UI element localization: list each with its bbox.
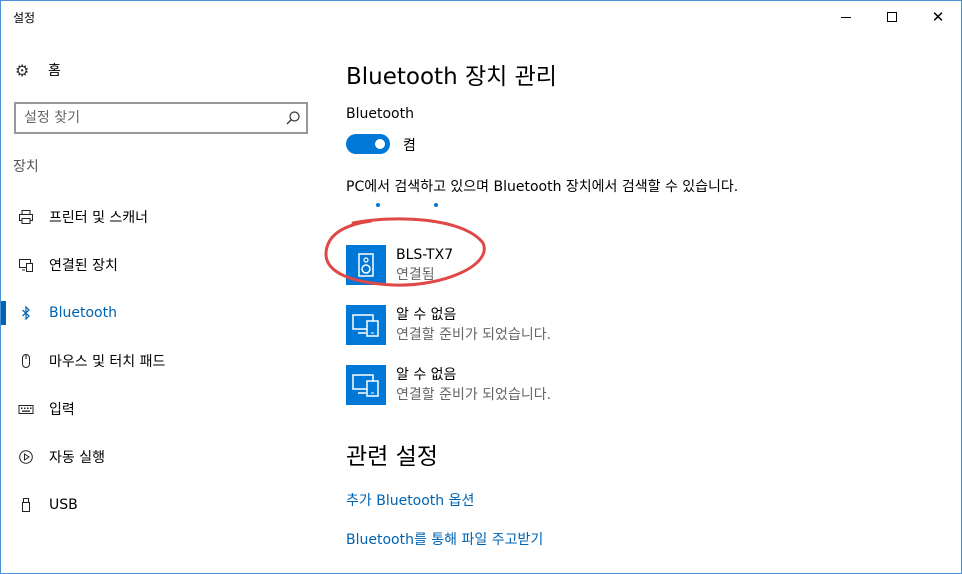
- sidebar-item-connected-devices[interactable]: 연결된 장치: [1, 241, 321, 289]
- sidebar-item-bluetooth[interactable]: Bluetooth: [1, 289, 321, 337]
- sidebar-item-mouse[interactable]: 마우스 및 터치 패드: [1, 337, 321, 385]
- printer-icon: [17, 208, 35, 226]
- active-indicator: [1, 301, 6, 325]
- title-bar: 설정 ✕: [1, 1, 961, 33]
- autoplay-icon: [17, 448, 35, 466]
- sidebar-item-typing[interactable]: 입력: [1, 385, 321, 433]
- sidebar-item-label: Bluetooth: [49, 305, 117, 321]
- usb-icon: [17, 496, 35, 514]
- sidebar: ⚙ 홈 장치 프린터 및 스캐너 연결된 장치: [1, 33, 321, 573]
- search-input[interactable]: [24, 109, 274, 127]
- more-bluetooth-options-link[interactable]: 추가 Bluetooth 옵션: [346, 490, 474, 510]
- devices-icon: [346, 365, 386, 405]
- search-box: [14, 102, 308, 134]
- close-button[interactable]: ✕: [915, 1, 961, 33]
- close-icon: ✕: [931, 7, 945, 26]
- bluetooth-toggle[interactable]: [346, 134, 390, 154]
- keyboard-icon: [17, 400, 35, 418]
- sidebar-item-autoplay[interactable]: 자동 실행: [1, 433, 321, 481]
- device-item[interactable]: 알 수 없음 연결할 준비가 되었습니다.: [346, 295, 846, 355]
- sidebar-item-printers[interactable]: 프린터 및 스캐너: [1, 193, 321, 241]
- progress-dot: [376, 203, 380, 207]
- sidebar-item-usb[interactable]: USB: [1, 481, 321, 529]
- home-link[interactable]: ⚙ 홈: [15, 57, 61, 83]
- minimize-button[interactable]: [823, 1, 869, 33]
- toggle-knob: [375, 139, 385, 149]
- device-name: 알 수 없음: [396, 367, 457, 383]
- bluetooth-label: Bluetooth: [346, 106, 414, 122]
- settings-window: 설정 ✕ ⚙ 홈 장치 프린터 및 스캐너: [0, 0, 962, 574]
- maximize-icon: [887, 12, 897, 22]
- device-name: 알 수 없음: [396, 307, 457, 323]
- sidebar-item-label: 연결된 장치: [49, 258, 118, 274]
- main-content: Bluetooth 장치 관리 Bluetooth 켬 PC에서 검색하고 있으…: [346, 33, 946, 573]
- gear-icon: ⚙: [15, 60, 30, 80]
- search-icon[interactable]: [284, 109, 302, 127]
- device-item[interactable]: 알 수 없음 연결할 준비가 되었습니다.: [346, 355, 846, 415]
- send-receive-files-link[interactable]: Bluetooth를 통해 파일 주고받기: [346, 529, 543, 549]
- device-status: 연결할 준비가 되었습니다.: [396, 327, 552, 343]
- annotation-circle: [324, 217, 486, 287]
- minimize-icon: [841, 16, 851, 18]
- sidebar-item-label: 프린터 및 스캐너: [49, 210, 149, 226]
- sidebar-item-label: USB: [49, 497, 78, 513]
- discoverable-text: PC에서 검색하고 있으며 Bluetooth 장치에서 검색할 수 있습니다.: [346, 179, 739, 195]
- progress-dot: [434, 203, 438, 207]
- toggle-state-label: 켬: [403, 138, 416, 154]
- page-title: Bluetooth 장치 관리: [346, 64, 557, 90]
- home-label: 홈: [48, 63, 61, 79]
- sidebar-item-label: 입력: [49, 402, 75, 418]
- mouse-icon: [17, 352, 35, 370]
- sidebar-item-label: 자동 실행: [49, 450, 105, 466]
- sidebar-item-label: 마우스 및 터치 패드: [49, 354, 166, 370]
- sidebar-nav: 프린터 및 스캐너 연결된 장치 Bluetooth 마우스 및 터치 패드 입…: [1, 193, 321, 529]
- bluetooth-icon: [17, 304, 35, 322]
- devices-icon: [346, 305, 386, 345]
- related-settings-title: 관련 설정: [346, 444, 438, 470]
- window-title: 설정: [13, 11, 36, 25]
- device-status: 연결할 준비가 되었습니다.: [396, 387, 552, 403]
- connected-devices-icon: [17, 256, 35, 274]
- section-label: 장치: [13, 159, 39, 175]
- maximize-button[interactable]: [869, 1, 915, 33]
